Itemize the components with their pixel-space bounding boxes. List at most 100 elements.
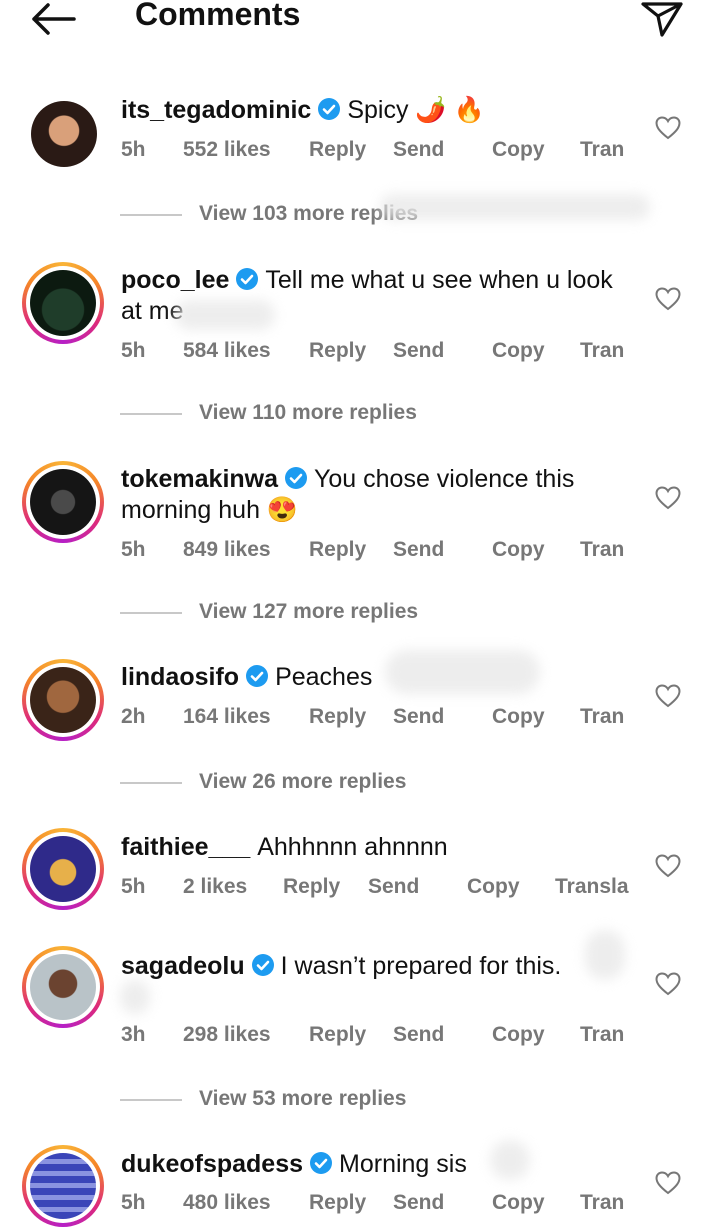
view-replies-link[interactable]: View 53 more replies — [120, 1087, 520, 1111]
verified-badge-icon — [251, 954, 274, 976]
avatar-image — [30, 469, 96, 535]
send-button[interactable]: Send — [393, 705, 444, 729]
avatar[interactable] — [22, 659, 104, 741]
like-heart-icon[interactable] — [655, 287, 681, 311]
comment-likes[interactable]: 552 likes — [183, 138, 271, 162]
comment-text: Spicy 🌶️ 🔥 — [347, 96, 485, 124]
redaction-blur — [490, 1140, 530, 1180]
comment-text: Peaches — [275, 663, 373, 691]
verified-badge-icon — [285, 467, 308, 489]
like-heart-icon[interactable] — [655, 854, 681, 878]
divider-line — [120, 612, 182, 614]
comment-likes[interactable]: 2 likes — [183, 875, 247, 899]
translate-button[interactable]: Tran — [580, 138, 624, 162]
avatar[interactable] — [22, 828, 104, 910]
copy-button[interactable]: Copy — [492, 705, 545, 729]
like-heart-icon[interactable] — [655, 116, 681, 140]
reply-button[interactable]: Reply — [309, 1023, 366, 1047]
view-replies-link[interactable]: View 110 more replies — [120, 401, 520, 425]
send-icon[interactable] — [640, 0, 684, 38]
comment-username[interactable]: tokemakinwa — [121, 465, 278, 493]
like-heart-icon[interactable] — [655, 1171, 681, 1195]
reply-button[interactable]: Reply — [283, 875, 340, 899]
comment-text: Ahhhnnn ahnnnn — [257, 833, 448, 861]
like-heart-icon[interactable] — [655, 486, 681, 510]
comment-text: I wasn’t prepared for this. — [280, 952, 562, 980]
comment-time: 5h — [121, 538, 146, 561]
reply-button[interactable]: Reply — [309, 1191, 366, 1215]
avatar[interactable] — [22, 1145, 104, 1227]
comment-meta: 5h 480 likes Reply Send Copy Tran — [121, 1191, 641, 1221]
like-heart-icon[interactable] — [655, 684, 681, 708]
copy-button[interactable]: Copy — [492, 538, 545, 562]
redaction-blur — [380, 194, 650, 220]
translate-button[interactable]: Transla — [555, 875, 629, 899]
comment-text: You chose violence this — [314, 465, 575, 493]
comment-text-line: tokemakinwa You chose violence this morni… — [121, 464, 641, 526]
send-button[interactable]: Send — [393, 138, 444, 162]
send-button[interactable]: Send — [393, 538, 444, 562]
avatar[interactable] — [22, 461, 104, 543]
comment-meta: 5h 584 likes Reply Send Copy Tran — [121, 339, 641, 369]
reply-button[interactable]: Reply — [309, 138, 366, 162]
view-replies-link[interactable]: View 127 more replies — [120, 600, 520, 624]
verified-badge-icon — [310, 1152, 333, 1174]
send-button[interactable]: Send — [393, 339, 444, 363]
comment-username[interactable]: dukeofspadess — [121, 1150, 303, 1178]
page-title: Comments — [135, 0, 301, 32]
verified-badge-icon — [236, 268, 259, 290]
translate-button[interactable]: Tran — [580, 339, 624, 363]
comment-likes[interactable]: 164 likes — [183, 705, 271, 729]
comment-time: 5h — [121, 138, 146, 161]
avatar[interactable] — [22, 262, 104, 344]
comment-username[interactable]: its_tegadominic — [121, 96, 311, 124]
like-heart-icon[interactable] — [655, 972, 681, 996]
redaction-blur — [385, 650, 540, 694]
translate-button[interactable]: Tran — [580, 1191, 624, 1215]
avatar-image — [30, 270, 96, 336]
view-replies-text: View 110 more replies — [199, 401, 417, 424]
reply-button[interactable]: Reply — [309, 538, 366, 562]
comment-time: 5h — [121, 1191, 146, 1214]
avatar[interactable] — [22, 946, 104, 1028]
comment-text-line: faithiee___ Ahhhnnn ahnnnn — [121, 832, 641, 863]
verified-badge-icon — [246, 665, 269, 687]
translate-button[interactable]: Tran — [580, 705, 624, 729]
send-button[interactable]: Send — [393, 1191, 444, 1215]
divider-line — [120, 413, 182, 415]
copy-button[interactable]: Copy — [467, 875, 520, 899]
comment-meta: 2h 164 likes Reply Send Copy Tran — [121, 705, 641, 735]
back-arrow-icon[interactable] — [30, 2, 76, 36]
comment-username[interactable]: sagadeolu — [121, 952, 245, 980]
divider-line — [120, 782, 182, 784]
comment-username[interactable]: lindaosifo — [121, 663, 239, 691]
send-button[interactable]: Send — [393, 1023, 444, 1047]
translate-button[interactable]: Tran — [580, 1023, 624, 1047]
copy-button[interactable]: Copy — [492, 138, 545, 162]
comment-username[interactable]: poco_lee — [121, 266, 229, 294]
avatar[interactable] — [22, 95, 104, 177]
avatar-image — [31, 101, 97, 167]
comment-text-continued: at me — [121, 297, 184, 325]
copy-button[interactable]: Copy — [492, 339, 545, 363]
comment-likes[interactable]: 298 likes — [183, 1023, 271, 1047]
view-replies-text: View 127 more replies — [199, 600, 419, 623]
comment-time: 5h — [121, 875, 146, 898]
send-button[interactable]: Send — [368, 875, 419, 899]
reply-button[interactable]: Reply — [309, 339, 366, 363]
comment-meta: 3h 298 likes Reply Send Copy Tran — [121, 1023, 641, 1053]
view-replies-link[interactable]: View 26 more replies — [120, 770, 520, 794]
divider-line — [120, 214, 182, 216]
comment-likes[interactable]: 480 likes — [183, 1191, 271, 1215]
copy-button[interactable]: Copy — [492, 1191, 545, 1215]
comment-time: 2h — [121, 705, 146, 728]
comment-text-line: dukeofspadess Morning sis — [121, 1149, 641, 1180]
comment-username[interactable]: faithiee___ — [121, 833, 250, 861]
verified-badge-icon — [318, 98, 341, 120]
copy-button[interactable]: Copy — [492, 1023, 545, 1047]
translate-button[interactable]: Tran — [580, 538, 624, 562]
comment-likes[interactable]: 584 likes — [183, 339, 271, 363]
comment-text: Morning sis — [339, 1150, 467, 1178]
reply-button[interactable]: Reply — [309, 705, 366, 729]
comment-likes[interactable]: 849 likes — [183, 538, 271, 562]
